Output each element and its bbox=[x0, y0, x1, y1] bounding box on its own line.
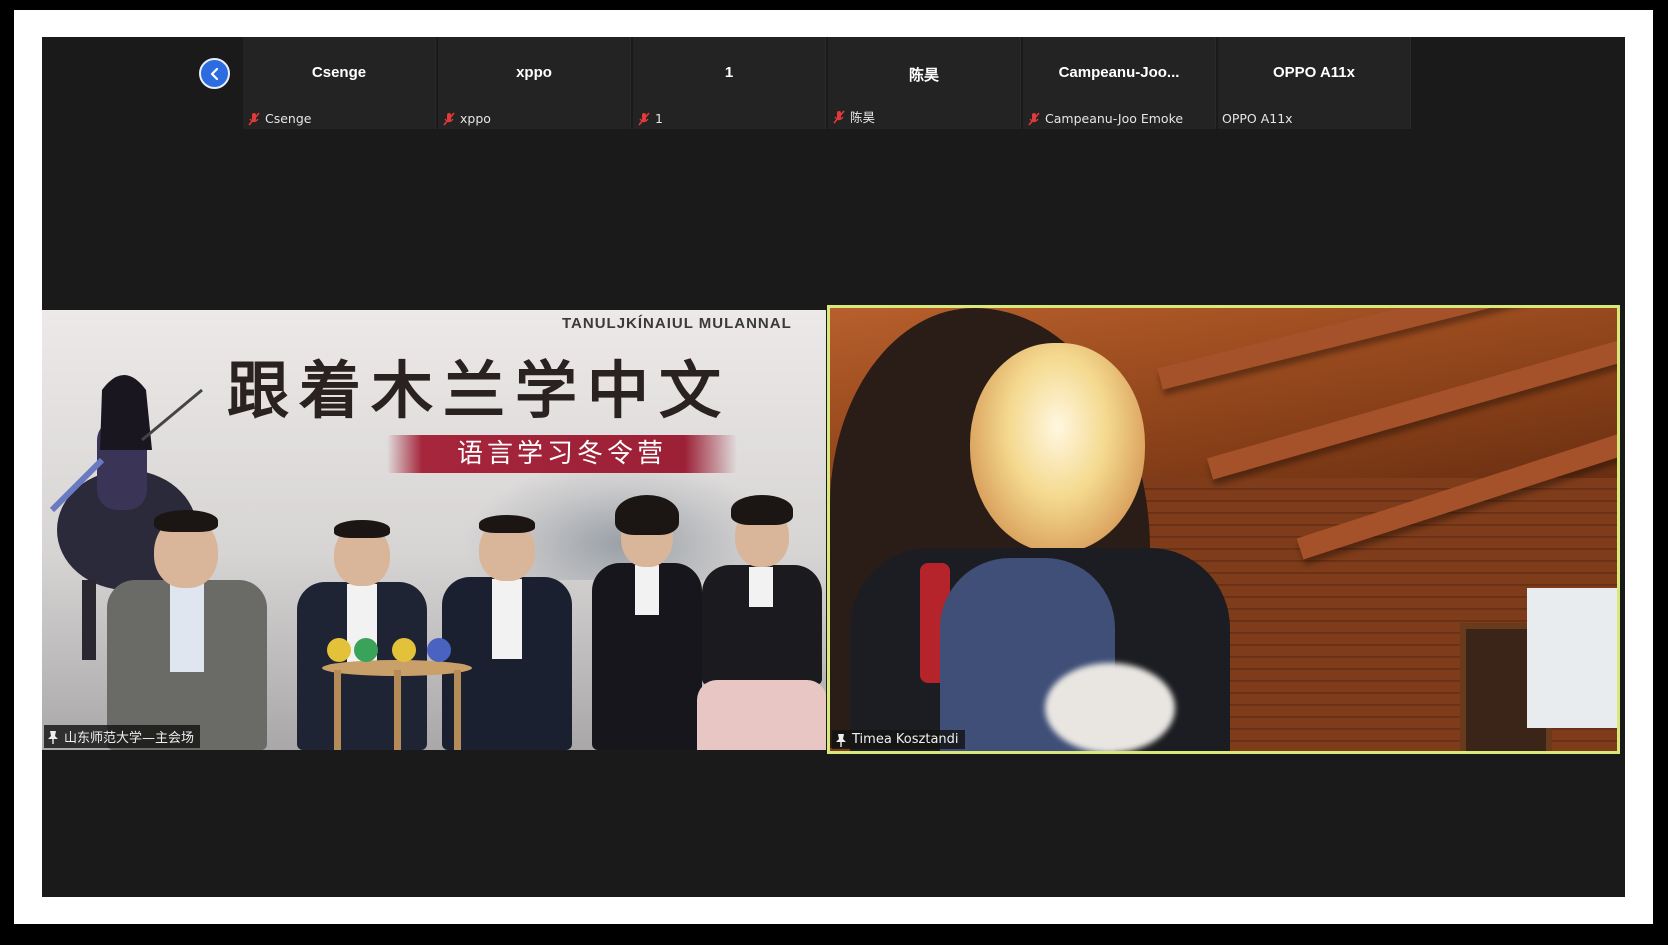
panelist bbox=[92, 510, 282, 750]
participant-tile-name: Csenge bbox=[311, 64, 367, 81]
participant-tile[interactable]: Csenge Csenge bbox=[243, 37, 436, 129]
participant-label-text: 陈昊 bbox=[850, 110, 876, 125]
video-tile-active-speaker[interactable]: Timea Kosztandi bbox=[827, 305, 1620, 754]
participant-tile[interactable]: 1 1 bbox=[633, 37, 826, 129]
participant-label: Csenge bbox=[247, 111, 311, 126]
participant-tile-name: 陈昊 bbox=[908, 67, 939, 84]
video-label: Timea Kosztandi bbox=[832, 730, 965, 749]
lion-toy bbox=[327, 638, 351, 662]
pin-icon bbox=[47, 730, 59, 744]
mic-muted-icon bbox=[442, 111, 456, 126]
participant-label-text: Campeanu-Joo Emoke bbox=[1045, 111, 1184, 126]
banner-subtitle: 语言学习冬令营 bbox=[387, 435, 737, 473]
participant-tile[interactable]: 陈昊 陈昊 bbox=[828, 37, 1021, 129]
lion-toy bbox=[427, 638, 451, 662]
participant-tile[interactable]: Campeanu-Joo... Campeanu-Joo Emoke bbox=[1023, 37, 1216, 129]
video-label: 山东师范大学—主会场 bbox=[44, 725, 201, 748]
participant-label-text: 1 bbox=[655, 111, 663, 126]
participant-label-text: xppo bbox=[460, 111, 491, 126]
mic-muted-icon bbox=[247, 111, 261, 126]
meeting-window: Csenge Csenge xppo xppo 1 1 陈昊 陈昊 Campea… bbox=[42, 37, 1625, 897]
participant-label-text: OPPO A11x bbox=[1222, 111, 1293, 126]
panelist bbox=[587, 495, 707, 750]
chevron-left-icon bbox=[210, 67, 218, 80]
panelist bbox=[292, 520, 432, 750]
pin-icon bbox=[835, 733, 847, 747]
participant-tile-name: OPPO A11x bbox=[1273, 64, 1355, 81]
banner-caption: TANULJKÍNAIUL MULANNAL bbox=[562, 315, 792, 332]
participant-tile-name: 1 bbox=[724, 64, 734, 81]
participant-tile-name: Campeanu-Joo... bbox=[1058, 64, 1180, 81]
participant-label: xppo bbox=[442, 111, 491, 126]
mic-muted-icon bbox=[832, 109, 846, 124]
participant-label: OPPO A11x bbox=[1222, 111, 1293, 126]
mic-muted-icon bbox=[637, 111, 651, 126]
mic-muted-icon bbox=[1027, 111, 1041, 126]
panelist bbox=[697, 495, 826, 750]
banner-title: 跟着木兰学中文 bbox=[227, 354, 732, 427]
participant-tile[interactable]: xppo xppo bbox=[438, 37, 631, 129]
participant-label: 陈昊 bbox=[832, 107, 875, 126]
scroll-gallery-back-button[interactable] bbox=[199, 58, 230, 89]
participant-label: 1 bbox=[637, 111, 663, 126]
participant-tile[interactable]: OPPO A11x OPPO A11x bbox=[1218, 37, 1411, 129]
video-tile-main-venue[interactable]: TANULJKÍNAIUL MULANNAL 跟着木兰学中文 语言学习冬令营 山… bbox=[42, 310, 826, 750]
video-label-text: 山东师范大学—主会场 bbox=[64, 731, 195, 746]
video-label-text: Timea Kosztandi bbox=[852, 732, 959, 747]
participant-label: Campeanu-Joo Emoke bbox=[1027, 111, 1183, 126]
lion-toy bbox=[392, 638, 416, 662]
participant-strip: Csenge Csenge xppo xppo 1 1 陈昊 陈昊 Campea… bbox=[243, 37, 1413, 129]
lion-toy bbox=[354, 638, 378, 662]
participant-tile-name: xppo bbox=[516, 64, 552, 81]
participant-label-text: Csenge bbox=[265, 111, 312, 126]
